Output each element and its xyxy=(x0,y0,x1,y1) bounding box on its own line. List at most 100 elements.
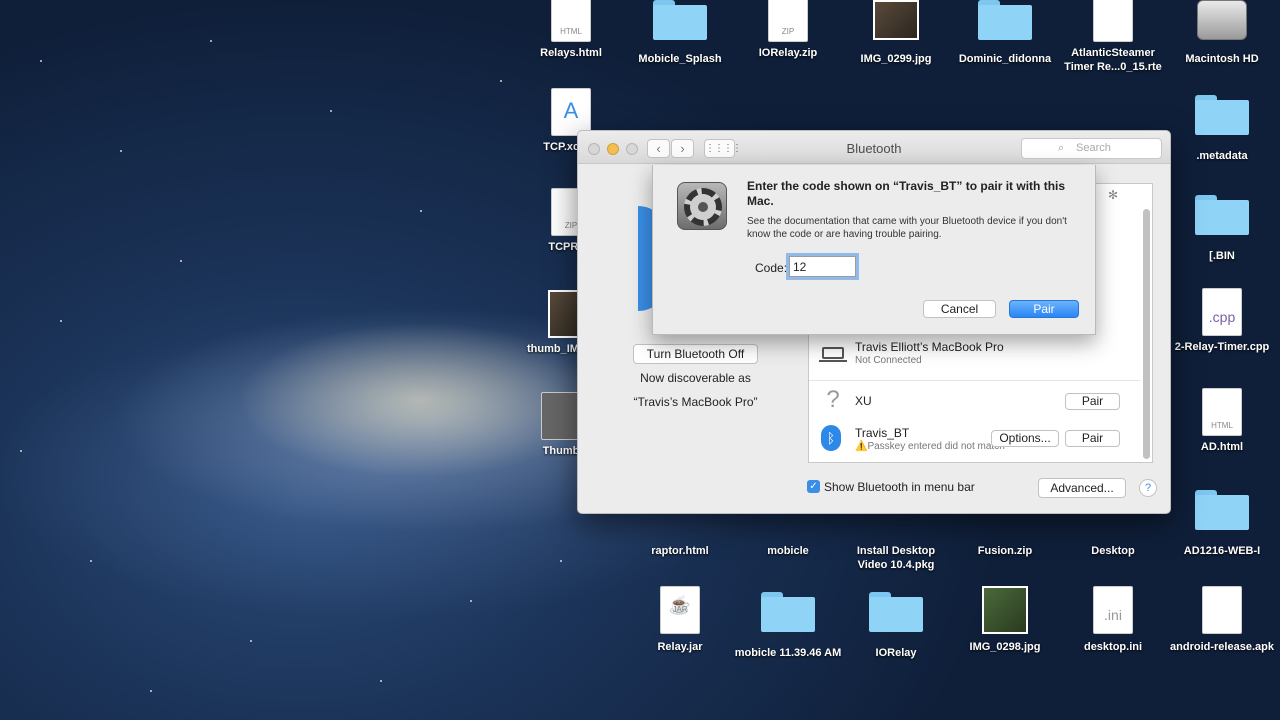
folder-icon xyxy=(653,0,707,40)
device-name: Travis_BT xyxy=(855,426,910,440)
bluetooth-icon: ᛒ xyxy=(821,425,845,451)
gear-icon xyxy=(684,188,722,226)
desktop-file-ad-html[interactable]: HTML AD.html xyxy=(1167,388,1277,454)
folder-icon xyxy=(869,592,923,632)
desktop-file-install-desktop-video[interactable]: Install Desktop Video 10.4.pkg xyxy=(841,530,951,572)
icon-label: .metadata xyxy=(1196,150,1248,162)
desktop-folder-metadata[interactable]: .metadata xyxy=(1167,95,1277,163)
scrollbar[interactable] xyxy=(1143,209,1150,459)
desktop-folder-mobicle-time[interactable]: mobicle 11.39.46 AM xyxy=(733,592,843,660)
html-file-icon: HTML xyxy=(1202,388,1242,436)
device-status: Not Connected xyxy=(855,355,922,366)
turn-bluetooth-off-button[interactable]: Turn Bluetooth Off xyxy=(633,344,758,364)
pairing-code-sheet: Enter the code shown on “Travis_BT” to p… xyxy=(652,165,1096,335)
device-status-warning: ⚠️Passkey entered did not match xyxy=(855,441,1005,452)
ini-file-icon: .ini xyxy=(1093,586,1133,634)
discoverable-device-name: “Travis’s MacBook Pro” xyxy=(633,395,758,409)
icon-label: Relay.jar xyxy=(657,641,703,653)
icon-label: IORelay.zip xyxy=(758,47,818,59)
icon-label: Desktop xyxy=(1091,545,1135,557)
desktop-folder-dominic[interactable]: Dominic_didonna xyxy=(950,0,1060,66)
desktop-file-relay-jar[interactable]: ☕ JAR Relay.jar xyxy=(625,586,735,654)
folder-icon xyxy=(978,0,1032,40)
code-label: Code: xyxy=(755,261,788,275)
jar-file-icon: ☕ JAR xyxy=(660,586,700,634)
icon-label: AD.html xyxy=(1200,441,1244,453)
xcode-file-icon: A xyxy=(551,88,591,136)
show-in-menubar-checkbox[interactable]: ✓ xyxy=(807,480,820,493)
list-item[interactable]: ? XU Pair xyxy=(809,380,1140,420)
cancel-button[interactable]: Cancel xyxy=(923,300,996,318)
cpp-file-icon: .cpp xyxy=(1202,288,1242,336)
photo-thumbnail-icon xyxy=(982,586,1028,634)
folder-icon xyxy=(1195,195,1249,235)
pair-button[interactable]: Pair xyxy=(1009,300,1079,318)
desktop-file-img-0298[interactable]: IMG_0298.jpg xyxy=(950,586,1060,654)
folder-icon xyxy=(1195,95,1249,135)
icon-label: AtlanticSteamer Timer Re...0_15.rte xyxy=(1064,47,1162,73)
desktop-folder-bin[interactable]: [.BIN xyxy=(1167,195,1277,263)
desktop-file-img-0299[interactable]: IMG_0299.jpg xyxy=(841,0,951,66)
icon-label: IORelay xyxy=(875,647,917,659)
icon-label: desktop.ini xyxy=(1083,641,1143,653)
exec-file-icon xyxy=(541,392,581,440)
icon-label: Mobicle_Splash xyxy=(638,53,722,65)
laptop-icon xyxy=(819,343,847,363)
icon-label: IMG_0298.jpg xyxy=(969,641,1041,653)
desktop-macintosh-hd[interactable]: Macintosh HD xyxy=(1167,0,1277,66)
pair-xu-button[interactable]: Pair xyxy=(1065,393,1120,410)
device-name: XU xyxy=(855,394,872,408)
icon-label: Fusion.zip xyxy=(977,545,1033,557)
icon-label: mobicle 11.39.46 AM xyxy=(734,647,842,659)
search-field[interactable]: ⌕ Search xyxy=(1021,138,1162,159)
icon-label: Dominic_didonna xyxy=(958,53,1052,65)
icon-label: Macintosh HD xyxy=(1185,53,1259,65)
desktop-folder-desktop[interactable]: Desktop xyxy=(1058,530,1168,558)
icon-label: raptor.html xyxy=(651,545,709,557)
desktop-file-android-apk[interactable]: android-release.apk xyxy=(1167,586,1277,654)
desktop-folder-mobicle-splash[interactable]: Mobicle_Splash xyxy=(625,0,735,66)
folder-icon xyxy=(761,592,815,632)
desktop-file-relay-timer-cpp[interactable]: .cpp 2-Relay-Timer.cpp xyxy=(1167,288,1277,354)
folder-icon xyxy=(1195,490,1249,530)
help-button[interactable]: ? xyxy=(1139,479,1157,497)
html-file-icon: HTML xyxy=(551,0,591,42)
options-button[interactable]: Options... xyxy=(991,430,1059,447)
discoverable-label: Now discoverable as xyxy=(640,371,751,385)
advanced-button[interactable]: Advanced... xyxy=(1038,478,1126,498)
icon-label: mobicle xyxy=(767,545,809,557)
desktop-folder-ad1216[interactable]: AD1216-WEB-I xyxy=(1167,490,1277,558)
icon-label: Install Desktop Video 10.4.pkg xyxy=(856,545,936,571)
desktop-file-raptor-html[interactable]: raptor.html xyxy=(625,530,735,558)
zip-file-icon: ZIP xyxy=(768,0,808,42)
pair-travis-bt-button[interactable]: Pair xyxy=(1065,430,1120,447)
sheet-title: Enter the code shown on “Travis_BT” to p… xyxy=(747,179,1066,208)
photo-thumbnail-icon xyxy=(873,0,919,40)
system-preferences-icon xyxy=(677,182,727,230)
desktop-file-atlantic-steamer[interactable]: AtlanticSteamer Timer Re...0_15.rte xyxy=(1058,0,1168,74)
apk-file-icon xyxy=(1202,586,1242,634)
list-item[interactable]: Travis Elliott’s MacBook Pro Not Connect… xyxy=(809,334,1140,374)
sheet-description: See the documentation that came with you… xyxy=(747,216,1067,240)
icon-label: AD1216-WEB-I xyxy=(1183,545,1261,557)
title-bar[interactable]: ‹ › ⋮⋮⋮⋮ Bluetooth ⌕ Search xyxy=(578,131,1170,164)
hard-drive-icon xyxy=(1197,0,1247,40)
desktop-folder-mobicle[interactable]: mobicle xyxy=(733,530,843,558)
question-icon: ? xyxy=(826,386,840,413)
icon-label: Relays.html xyxy=(540,47,602,59)
show-in-menubar-label: Show Bluetooth in menu bar xyxy=(824,480,975,494)
desktop-folder-iorelay[interactable]: IORelay xyxy=(841,592,951,660)
search-placeholder: Search xyxy=(1076,142,1111,154)
code-input[interactable] xyxy=(789,256,856,277)
desktop-file-fusion-zip[interactable]: Fusion.zip xyxy=(950,530,1060,558)
search-icon: ⌕ xyxy=(1058,142,1065,154)
desktop-file-relays-html[interactable]: HTML Relays.html xyxy=(516,0,626,60)
document-icon xyxy=(1093,0,1133,42)
device-name: Travis Elliott’s MacBook Pro xyxy=(855,340,1004,354)
desktop-file-desktop-ini[interactable]: .ini desktop.ini xyxy=(1058,586,1168,654)
desktop-file-iorelay-zip[interactable]: ZIP IORelay.zip xyxy=(733,0,843,60)
icon-label: IMG_0299.jpg xyxy=(860,53,932,65)
icon-label: [.BIN xyxy=(1209,250,1235,262)
list-item[interactable]: ᛒ Travis_BT ⚠️Passkey entered did not ma… xyxy=(809,420,1140,460)
loading-spinner-icon: ✻ xyxy=(1107,188,1118,202)
